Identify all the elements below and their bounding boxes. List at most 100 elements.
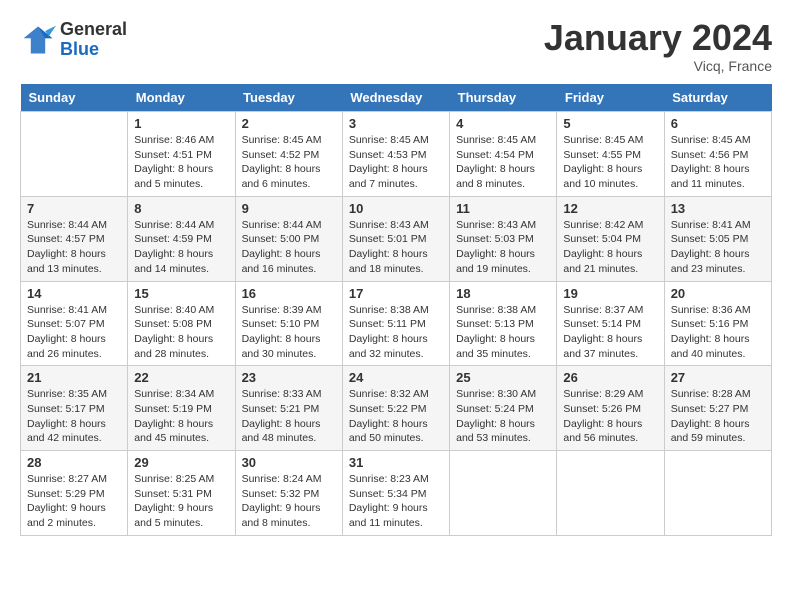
sunrise-text: Sunrise: 8:41 AM — [671, 218, 765, 233]
sunset-text: Sunset: 5:11 PM — [349, 317, 443, 332]
day-info: Sunrise: 8:37 AMSunset: 5:14 PMDaylight:… — [563, 303, 657, 362]
sunset-text: Sunset: 5:00 PM — [242, 232, 336, 247]
day-info: Sunrise: 8:45 AMSunset: 4:54 PMDaylight:… — [456, 133, 550, 192]
day-info: Sunrise: 8:36 AMSunset: 5:16 PMDaylight:… — [671, 303, 765, 362]
calendar-week-row: 1 Sunrise: 8:46 AMSunset: 4:51 PMDaylight… — [21, 112, 772, 197]
sunrise-text: Sunrise: 8:32 AM — [349, 387, 443, 402]
day-info: Sunrise: 8:45 AMSunset: 4:56 PMDaylight:… — [671, 133, 765, 192]
calendar-cell: 16Sunrise: 8:39 AMSunset: 5:10 PMDayligh… — [235, 281, 342, 366]
sunrise-text: Sunrise: 8:43 AM — [349, 218, 443, 233]
calendar-cell: 6 Sunrise: 8:45 AMSunset: 4:56 PMDaylight… — [664, 112, 771, 197]
sunset-text: Sunset: 5:32 PM — [242, 487, 336, 502]
daylight-text: Daylight: 8 hours and 32 minutes. — [349, 332, 443, 361]
day-number: 26 — [563, 370, 657, 385]
logo-bird-icon — [20, 22, 56, 58]
daylight-text: Daylight: 9 hours and 5 minutes. — [134, 501, 228, 530]
sunset-text: Sunset: 5:04 PM — [563, 232, 657, 247]
sunrise-text: Sunrise: 8:28 AM — [671, 387, 765, 402]
calendar-cell: 5Sunrise: 8:45 AMSunset: 4:55 PMDaylight… — [557, 112, 664, 197]
daylight-text: Daylight: 8 hours and 53 minutes. — [456, 417, 550, 446]
sunrise-text: Sunrise: 8:33 AM — [242, 387, 336, 402]
sunset-text: Sunset: 5:16 PM — [671, 317, 765, 332]
weekday-header-thursday: Thursday — [450, 84, 557, 112]
sunset-text: Sunset: 5:34 PM — [349, 487, 443, 502]
sunrise-text: Sunrise: 8:45 AM — [671, 133, 765, 148]
sunset-text: Sunset: 4:57 PM — [27, 232, 121, 247]
daylight-text: Daylight: 8 hours and 56 minutes. — [563, 417, 657, 446]
day-number: 9 — [242, 201, 336, 216]
logo-text: General Blue — [60, 20, 127, 60]
sunrise-text: Sunrise: 8:45 AM — [456, 133, 550, 148]
weekday-header-friday: Friday — [557, 84, 664, 112]
calendar-cell: 26Sunrise: 8:29 AMSunset: 5:26 PMDayligh… — [557, 366, 664, 451]
day-info: Sunrise: 8:44 AMSunset: 4:57 PMDaylight:… — [27, 218, 121, 277]
calendar-cell: 24 Sunrise: 8:32 AMSunset: 5:22 PMDayligh… — [342, 366, 449, 451]
day-info: Sunrise: 8:25 AMSunset: 5:31 PMDaylight:… — [134, 472, 228, 531]
sunset-text: Sunset: 5:05 PM — [671, 232, 765, 247]
daylight-text: Daylight: 8 hours and 8 minutes. — [456, 162, 550, 191]
sunrise-text: Sunrise: 8:30 AM — [456, 387, 550, 402]
calendar-cell: 20Sunrise: 8:36 AMSunset: 5:16 PMDayligh… — [664, 281, 771, 366]
daylight-text: Daylight: 9 hours and 2 minutes. — [27, 501, 121, 530]
calendar-cell: 4 Sunrise: 8:45 AMSunset: 4:54 PMDaylight… — [450, 112, 557, 197]
sunset-text: Sunset: 5:22 PM — [349, 402, 443, 417]
calendar-cell: 30Sunrise: 8:24 AMSunset: 5:32 PMDayligh… — [235, 451, 342, 536]
day-info: Sunrise: 8:46 AMSunset: 4:51 PMDaylight:… — [134, 133, 228, 192]
daylight-text: Daylight: 8 hours and 45 minutes. — [134, 417, 228, 446]
sunset-text: Sunset: 5:29 PM — [27, 487, 121, 502]
day-number: 13 — [671, 201, 765, 216]
sunrise-text: Sunrise: 8:35 AM — [27, 387, 121, 402]
day-number: 1 — [134, 116, 228, 131]
day-number: 4 — [456, 116, 550, 131]
weekday-header-sunday: Sunday — [21, 84, 128, 112]
sunrise-text: Sunrise: 8:23 AM — [349, 472, 443, 487]
day-number: 23 — [242, 370, 336, 385]
sunset-text: Sunset: 4:52 PM — [242, 148, 336, 163]
daylight-text: Daylight: 8 hours and 14 minutes. — [134, 247, 228, 276]
sunrise-text: Sunrise: 8:46 AM — [134, 133, 228, 148]
calendar-cell: 21Sunrise: 8:35 AMSunset: 5:17 PMDayligh… — [21, 366, 128, 451]
sunset-text: Sunset: 5:17 PM — [27, 402, 121, 417]
day-info: Sunrise: 8:40 AMSunset: 5:08 PMDaylight:… — [134, 303, 228, 362]
sunrise-text: Sunrise: 8:45 AM — [349, 133, 443, 148]
sunset-text: Sunset: 5:03 PM — [456, 232, 550, 247]
daylight-text: Daylight: 9 hours and 11 minutes. — [349, 501, 443, 530]
sunset-text: Sunset: 5:13 PM — [456, 317, 550, 332]
page-header: General Blue January 2024 Vicq, France — [20, 20, 772, 74]
daylight-text: Daylight: 8 hours and 37 minutes. — [563, 332, 657, 361]
day-info: Sunrise: 8:43 AMSunset: 5:03 PMDaylight:… — [456, 218, 550, 277]
day-number: 7 — [27, 201, 121, 216]
day-number: 3 — [349, 116, 443, 131]
day-number: 10 — [349, 201, 443, 216]
sunrise-text: Sunrise: 8:38 AM — [349, 303, 443, 318]
sunrise-text: Sunrise: 8:38 AM — [456, 303, 550, 318]
calendar-cell: 25Sunrise: 8:30 AMSunset: 5:24 PMDayligh… — [450, 366, 557, 451]
sunset-text: Sunset: 4:53 PM — [349, 148, 443, 163]
day-info: Sunrise: 8:27 AMSunset: 5:29 PMDaylight:… — [27, 472, 121, 531]
calendar-cell: 12Sunrise: 8:42 AMSunset: 5:04 PMDayligh… — [557, 196, 664, 281]
day-info: Sunrise: 8:28 AMSunset: 5:27 PMDaylight:… — [671, 387, 765, 446]
day-number: 6 — [671, 116, 765, 131]
daylight-text: Daylight: 8 hours and 30 minutes. — [242, 332, 336, 361]
sunrise-text: Sunrise: 8:24 AM — [242, 472, 336, 487]
daylight-text: Daylight: 8 hours and 6 minutes. — [242, 162, 336, 191]
daylight-text: Daylight: 8 hours and 7 minutes. — [349, 162, 443, 191]
day-number: 5 — [563, 116, 657, 131]
day-number: 27 — [671, 370, 765, 385]
day-info: Sunrise: 8:24 AMSunset: 5:32 PMDaylight:… — [242, 472, 336, 531]
title-section: January 2024 Vicq, France — [544, 20, 772, 74]
sunrise-text: Sunrise: 8:37 AM — [563, 303, 657, 318]
day-number: 28 — [27, 455, 121, 470]
sunrise-text: Sunrise: 8:44 AM — [27, 218, 121, 233]
day-number: 17 — [349, 286, 443, 301]
day-number: 24 — [349, 370, 443, 385]
sunrise-text: Sunrise: 8:39 AM — [242, 303, 336, 318]
day-info: Sunrise: 8:45 AMSunset: 4:53 PMDaylight:… — [349, 133, 443, 192]
calendar-cell: 17 Sunrise: 8:38 AMSunset: 5:11 PMDayligh… — [342, 281, 449, 366]
weekday-header-monday: Monday — [128, 84, 235, 112]
sunset-text: Sunset: 5:31 PM — [134, 487, 228, 502]
day-info: Sunrise: 8:32 AMSunset: 5:22 PMDaylight:… — [349, 387, 443, 446]
daylight-text: Daylight: 8 hours and 13 minutes. — [27, 247, 121, 276]
sunrise-text: Sunrise: 8:25 AM — [134, 472, 228, 487]
sunset-text: Sunset: 5:27 PM — [671, 402, 765, 417]
